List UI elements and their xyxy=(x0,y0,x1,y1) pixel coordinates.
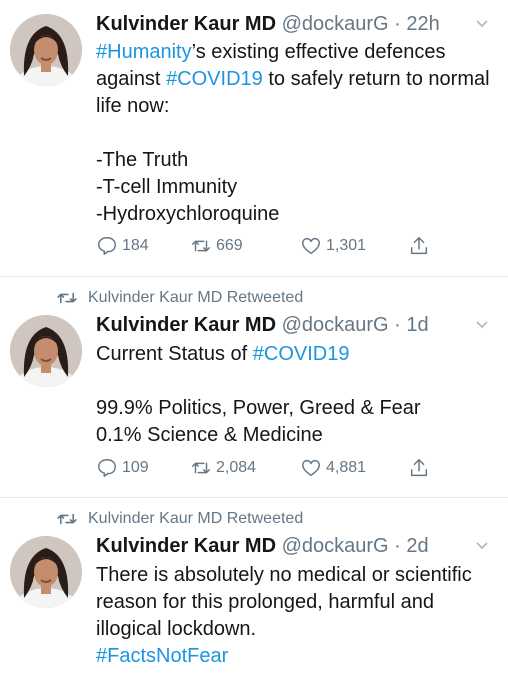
tweet-text-segment: There is absolutely no medical or scient… xyxy=(96,564,472,640)
share-icon xyxy=(410,237,428,255)
author-name[interactable]: Kulvinder Kaur MD xyxy=(96,314,276,336)
tweet-actions: 184 669 1,301 xyxy=(96,235,446,259)
like-button[interactable]: 4,881 xyxy=(300,457,366,479)
retweet-count: 2,084 xyxy=(216,459,257,476)
author-name[interactable]: Kulvinder Kaur MD xyxy=(96,13,276,35)
retweet-count: 669 xyxy=(216,237,243,254)
retweet-button[interactable]: 2,084 xyxy=(190,457,256,479)
reply-count: 109 xyxy=(122,459,149,476)
retweet-button[interactable]: 669 xyxy=(190,235,243,257)
tweet-time[interactable]: 1d xyxy=(406,314,428,336)
author-name[interactable]: Kulvinder Kaur MD xyxy=(96,535,276,557)
hashtag-link[interactable]: #Humanity xyxy=(96,41,192,63)
meta-separator: · xyxy=(394,13,401,35)
tweet-text: There is absolutely no medical or scient… xyxy=(96,562,496,670)
chevron-down-icon[interactable] xyxy=(474,538,490,554)
tweet-text-segment: 99.9% Politics, Power, Greed & Fear 0.1%… xyxy=(96,397,421,446)
author-handle[interactable]: @dockaurG xyxy=(282,314,389,336)
like-icon xyxy=(302,237,320,255)
like-count: 1,301 xyxy=(326,237,367,254)
meta-separator: · xyxy=(394,314,401,336)
avatar[interactable] xyxy=(10,315,82,387)
like-icon xyxy=(302,459,320,477)
tweet-text-segment: to safely return to normal life now: -Th… xyxy=(96,68,490,225)
avatar[interactable] xyxy=(10,536,82,608)
like-button[interactable]: 1,301 xyxy=(300,235,366,257)
chevron-down-icon[interactable] xyxy=(474,16,490,32)
retweeted-by-label[interactable]: Kulvinder Kaur MD Retweeted xyxy=(88,510,303,528)
reply-icon xyxy=(98,237,116,255)
retweet-icon xyxy=(57,292,77,304)
tweet-header: Kulvinder Kaur MD @dockaurG · 1d xyxy=(96,313,429,337)
share-button[interactable] xyxy=(408,457,430,479)
retweet-icon xyxy=(57,513,77,525)
reply-icon xyxy=(98,459,116,477)
tweet-actions: 109 2,084 4,881 xyxy=(96,457,446,481)
retweet-icon xyxy=(192,240,210,252)
share-icon xyxy=(410,459,428,477)
meta-separator: · xyxy=(394,535,401,557)
hashtag-link[interactable]: #COVID19 xyxy=(166,68,263,90)
tweet-2[interactable]: Kulvinder Kaur MD Retweeted Kulvinder Ka… xyxy=(0,277,508,497)
avatar[interactable] xyxy=(10,14,82,86)
reply-count: 184 xyxy=(122,237,149,254)
retweeted-by: Kulvinder Kaur MD Retweeted xyxy=(56,510,303,528)
retweet-icon xyxy=(192,462,210,474)
tweet-1[interactable]: Kulvinder Kaur MD @dockaurG · 22h #Human… xyxy=(0,0,508,276)
retweeted-by: Kulvinder Kaur MD Retweeted xyxy=(56,289,303,307)
hashtag-link[interactable]: #COVID19 xyxy=(253,343,350,365)
author-handle[interactable]: @dockaurG xyxy=(282,13,389,35)
tweet-time[interactable]: 2d xyxy=(406,535,428,557)
like-count: 4,881 xyxy=(326,459,367,476)
tweet-time[interactable]: 22h xyxy=(406,13,439,35)
chevron-down-icon[interactable] xyxy=(474,317,490,333)
tweet-text: #Humanity’s existing effective defences … xyxy=(96,39,496,228)
tweet-header: Kulvinder Kaur MD @dockaurG · 22h xyxy=(96,12,440,36)
tweet-3[interactable]: Kulvinder Kaur MD Retweeted Kulvinder Ka… xyxy=(0,498,508,679)
hashtag-link[interactable]: #FactsNotFear xyxy=(96,645,228,667)
tweet-text-segment: Current Status of xyxy=(96,343,253,365)
share-button[interactable] xyxy=(408,235,430,257)
tweet-text: Current Status of #COVID19 99.9% Politic… xyxy=(96,341,496,449)
tweet-header: Kulvinder Kaur MD @dockaurG · 2d xyxy=(96,534,429,558)
reply-button[interactable]: 184 xyxy=(96,235,149,257)
reply-button[interactable]: 109 xyxy=(96,457,149,479)
author-handle[interactable]: @dockaurG xyxy=(282,535,389,557)
retweeted-by-label[interactable]: Kulvinder Kaur MD Retweeted xyxy=(88,289,303,307)
